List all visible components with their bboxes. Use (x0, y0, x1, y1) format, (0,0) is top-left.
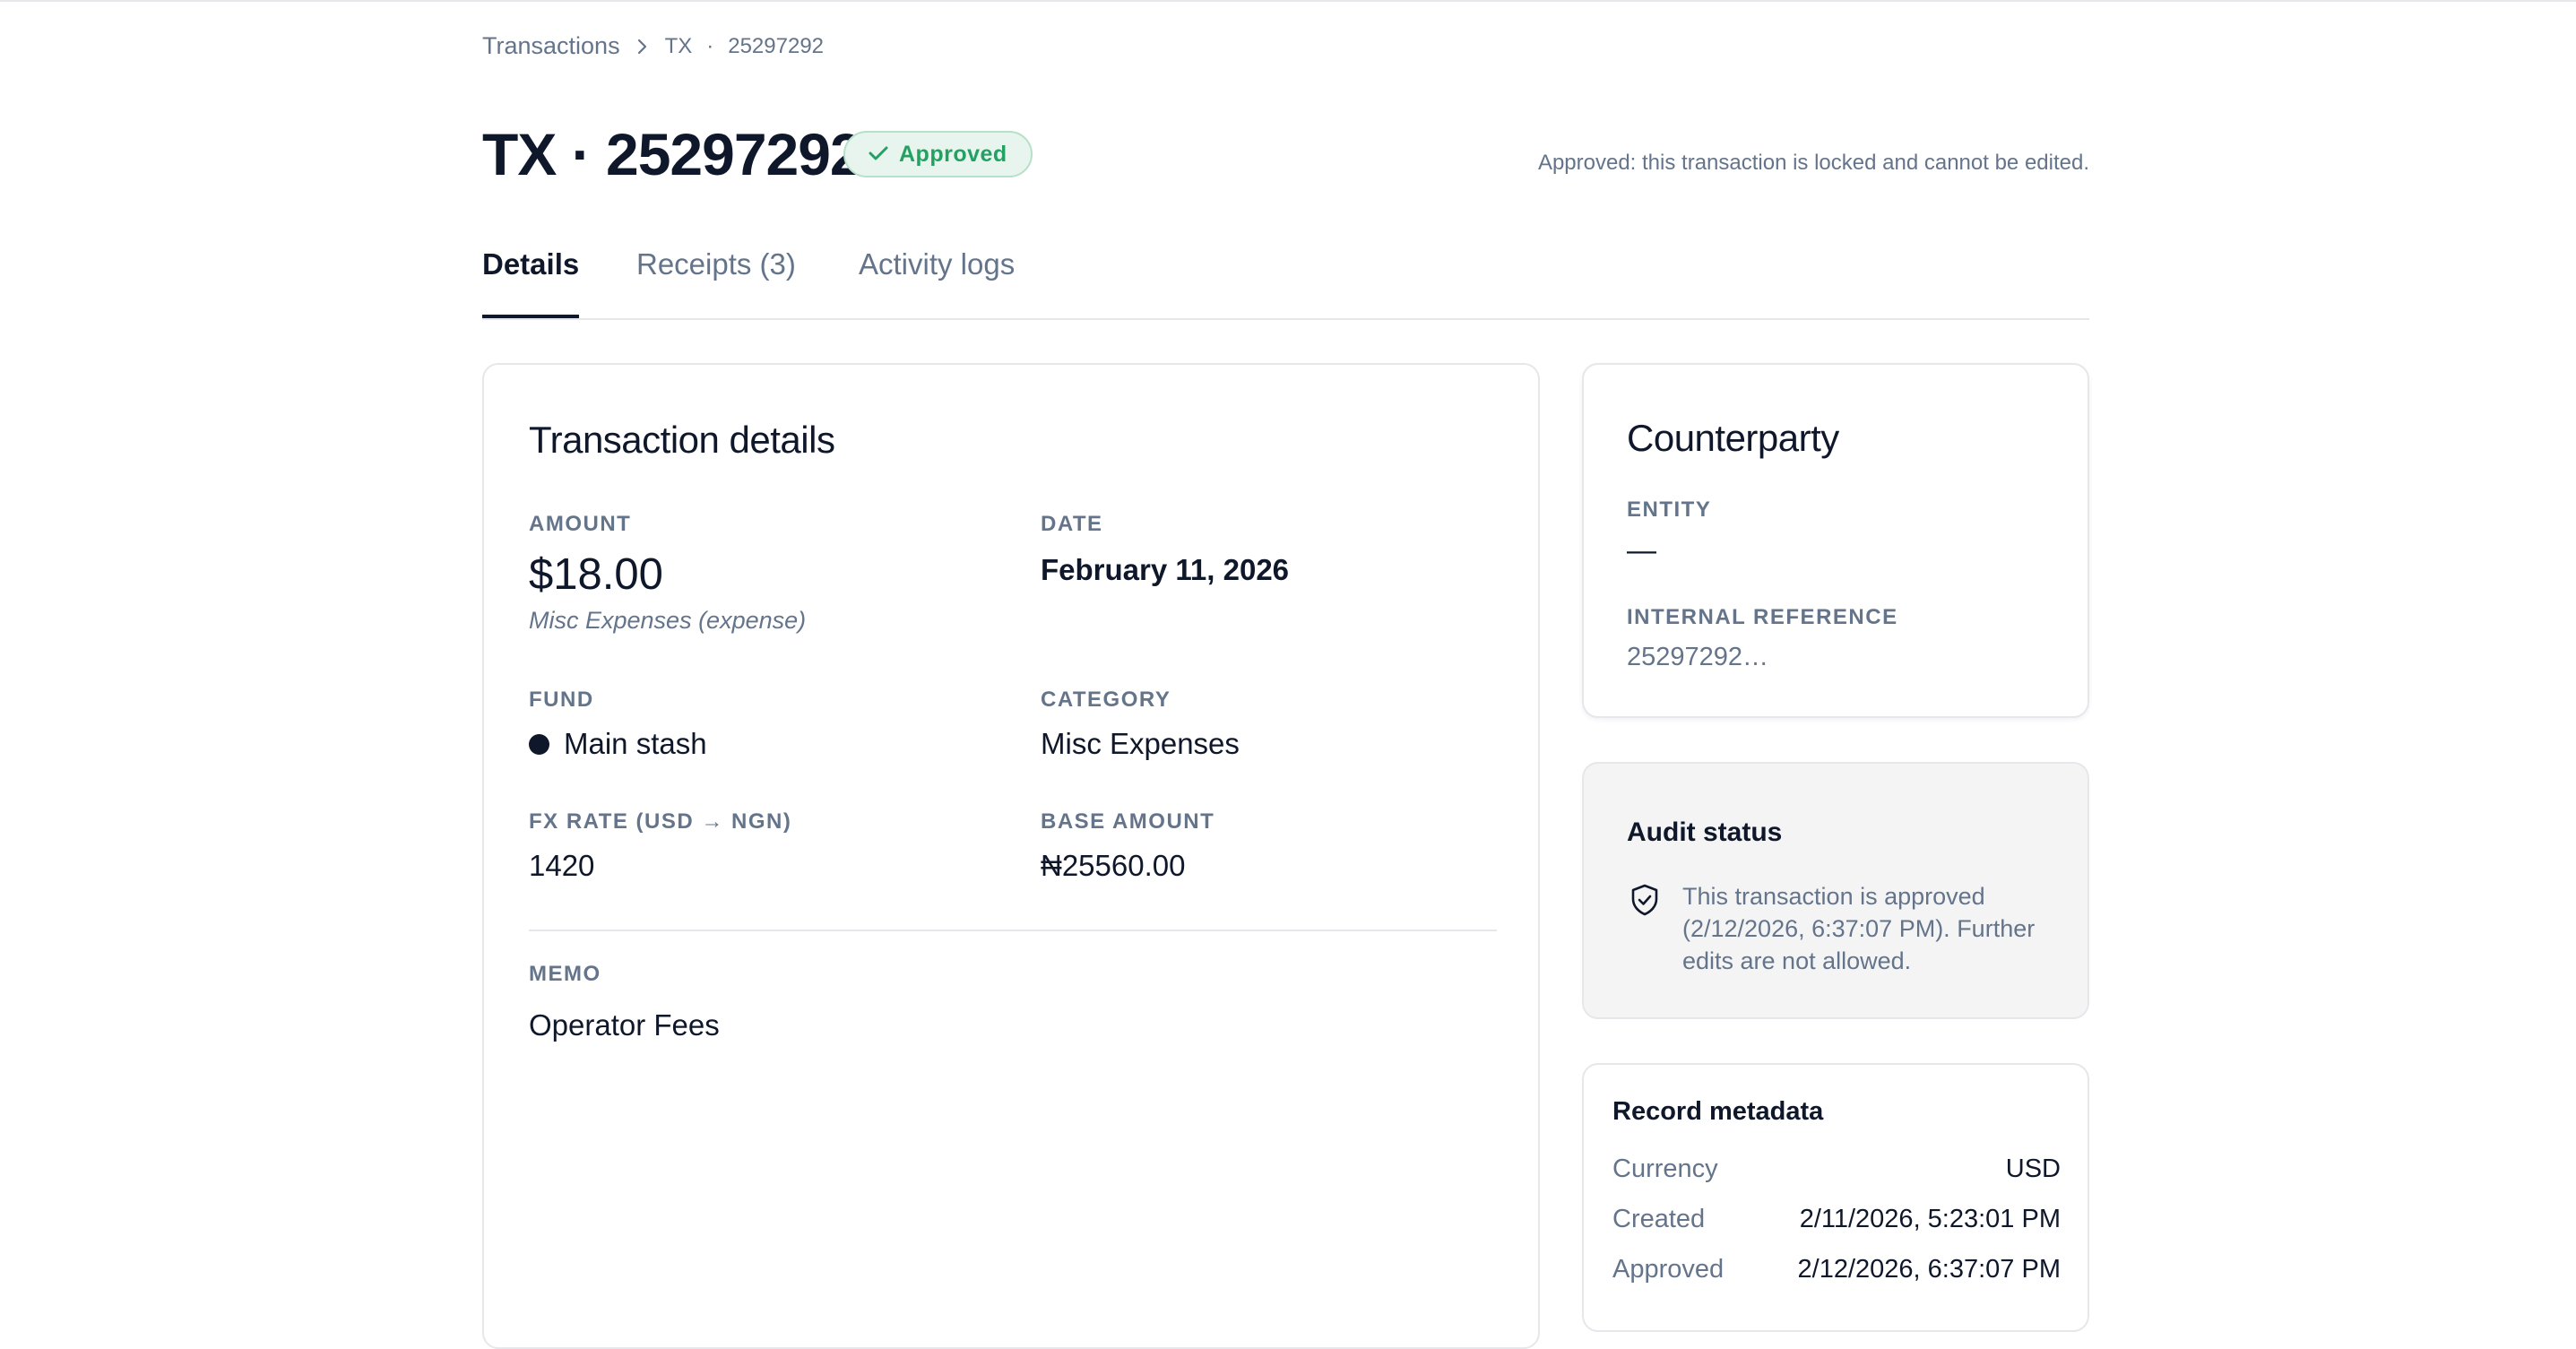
status-badge-label: Approved (899, 141, 1007, 167)
fund-field: FUND Main stash (529, 687, 707, 761)
breadcrumb-current-id: 25297292 (728, 33, 825, 58)
details-divider (529, 930, 1497, 931)
tab-bar: Details Receipts (3) Activity logs (482, 229, 2089, 320)
fx-rate-field: FX RATE (USD → NGN) 1420 (529, 809, 791, 883)
check-icon (869, 142, 888, 168)
breadcrumb-transactions-link[interactable]: Transactions (482, 32, 620, 60)
transaction-details-title: Transaction details (529, 419, 835, 461)
page-header: TX · 25297292 Approved Approved: this tr… (482, 118, 2089, 190)
audit-status-card: Audit status This transaction is approve… (1582, 762, 2089, 1019)
record-metadata-card: Record metadata Currency USD Created 2/1… (1582, 1063, 2089, 1332)
fund-color-dot (529, 733, 549, 755)
metadata-row: Created 2/11/2026, 5:23:01 PM (1612, 1205, 2061, 1234)
internal-reference-field: INTERNAL REFERENCE 25297292… (1627, 605, 1898, 672)
metadata-row: Currency USD (1612, 1154, 2061, 1184)
fx-rate-value: 1420 (529, 849, 595, 882)
category-value: Misc Expenses (1041, 727, 1240, 760)
date-field: DATE February 11, 2026 (1041, 512, 1289, 587)
date-value: February 11, 2026 (1041, 553, 1290, 586)
base-amount-value: ₦25560.00 (1041, 849, 1186, 882)
fx-rate-label: FX RATE (USD → NGN) (529, 809, 792, 834)
audit-status-title: Audit status (1627, 817, 1783, 847)
category-label: CATEGORY (1041, 687, 1171, 712)
audit-status-body: This transaction is approved (2/12/2026,… (1627, 880, 2059, 977)
metadata-value: 2/11/2026, 5:23:01 PM (1799, 1205, 2061, 1233)
metadata-value: USD (2005, 1154, 2061, 1183)
top-border (0, 0, 2576, 2)
counterparty-title: Counterparty (1627, 417, 1839, 459)
memo-value: Operator Fees (529, 1008, 720, 1042)
metadata-row: Approved 2/12/2026, 6:37:07 PM (1612, 1255, 2061, 1284)
base-amount-field: BASE AMOUNT ₦25560.00 (1041, 809, 1215, 883)
metadata-value: 2/12/2026, 6:37:07 PM (1797, 1255, 2061, 1284)
audit-status-text: This transaction is approved (2/12/2026,… (1682, 883, 2036, 974)
fund-value: Main stash (564, 727, 707, 760)
fund-label: FUND (529, 687, 594, 712)
memo-label: MEMO (529, 962, 601, 986)
locked-notice: Approved: this transaction is locked and… (1537, 151, 2089, 175)
metadata-key: Created (1612, 1205, 1706, 1233)
amount-field: AMOUNT $18.00 Misc Expenses (expense) (529, 512, 806, 635)
tab-details[interactable]: Details (482, 247, 580, 318)
amount-value: $18.00 (529, 550, 663, 599)
page-title: TX · 25297292 (482, 121, 863, 187)
entity-label: ENTITY (1627, 497, 1712, 522)
internal-reference-label: INTERNAL REFERENCE (1627, 605, 1898, 629)
internal-reference-value: 25297292… (1627, 643, 1769, 671)
counterparty-card: Counterparty ENTITY — INTERNAL REFERENCE… (1582, 363, 2089, 718)
chevron-right-icon (636, 38, 649, 56)
fund-value-row: Main stash (529, 727, 707, 761)
breadcrumb: Transactions TX · 25297292 (482, 32, 824, 60)
tab-activity-logs[interactable]: Activity logs (859, 247, 1015, 318)
status-badge: Approved (843, 131, 1033, 177)
entity-field: ENTITY — (1627, 497, 1711, 567)
tab-receipts[interactable]: Receipts (3) (636, 247, 796, 318)
base-amount-label: BASE AMOUNT (1041, 809, 1215, 834)
memo-field: MEMO Operator Fees (529, 962, 720, 1042)
metadata-key: Approved (1612, 1255, 1725, 1284)
breadcrumb-dot: · (706, 33, 714, 58)
metadata-key: Currency (1612, 1154, 1718, 1183)
record-metadata-title: Record metadata (1612, 1097, 1824, 1126)
breadcrumb-tx-prefix: TX (664, 33, 693, 58)
category-field: CATEGORY Misc Expenses (1041, 687, 1240, 761)
transaction-details-card: Transaction details AMOUNT $18.00 Misc E… (482, 363, 1540, 1349)
amount-category-note: Misc Expenses (expense) (529, 607, 807, 634)
amount-label: AMOUNT (529, 512, 632, 536)
date-label: DATE (1041, 512, 1103, 536)
shield-check-icon (1627, 882, 1663, 918)
entity-value: — (1627, 533, 1656, 566)
